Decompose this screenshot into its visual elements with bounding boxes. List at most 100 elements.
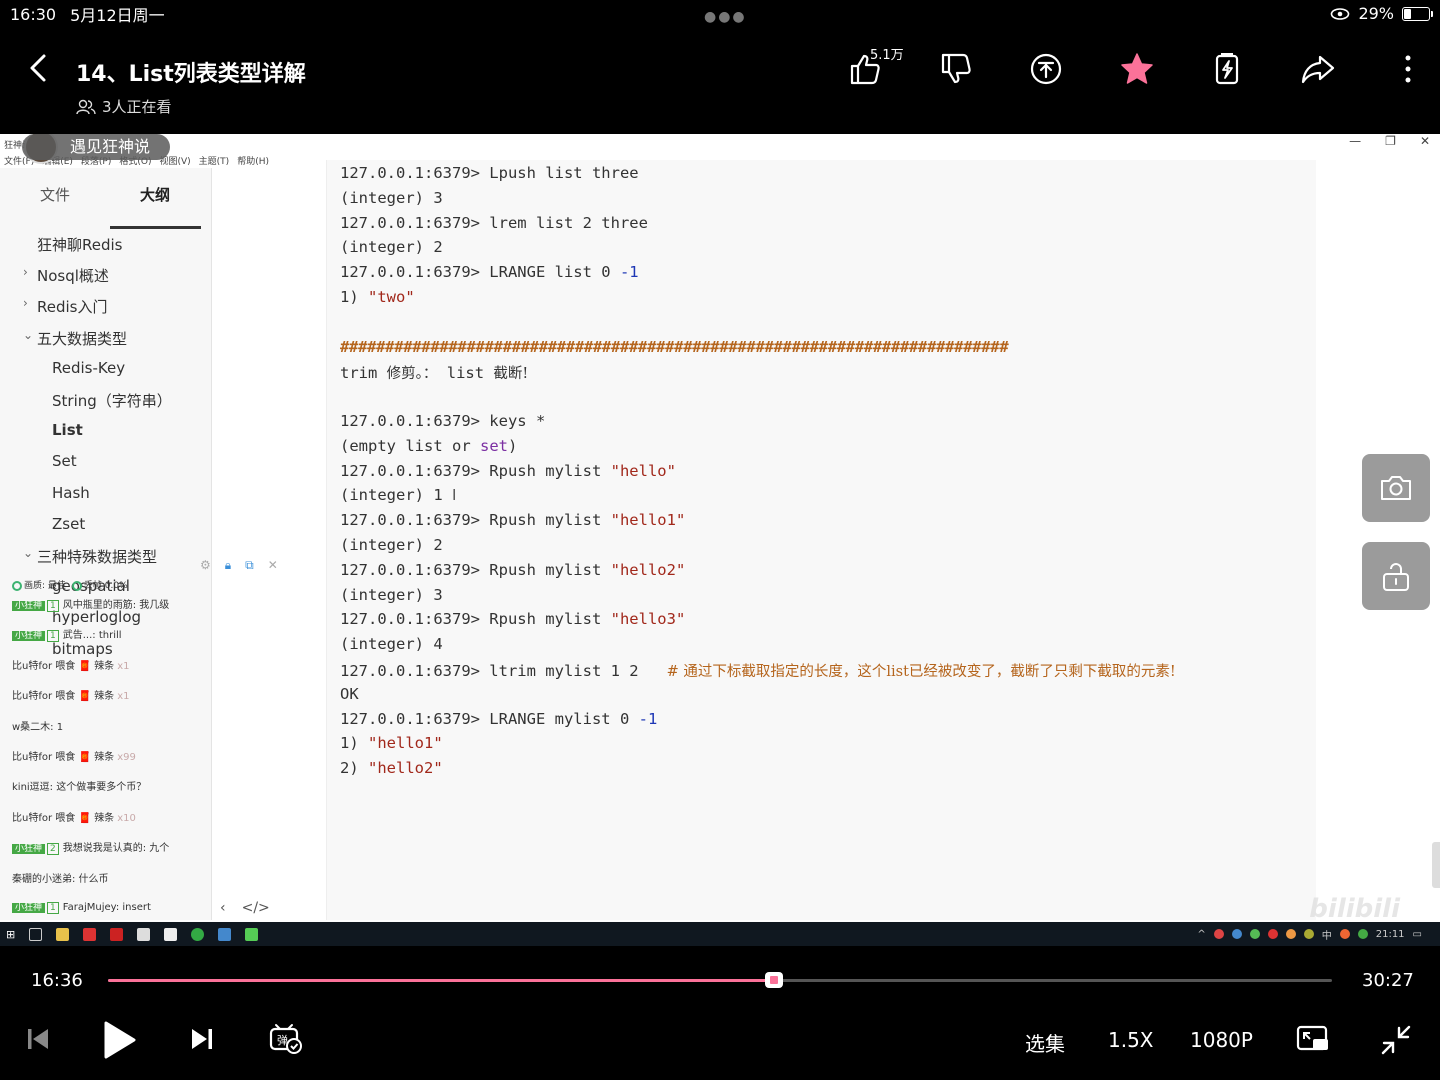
outline-label: 五大数据类型: [37, 329, 128, 348]
chat-text: 比u特for 喂食 🧧 辣条: [12, 752, 115, 763]
outline-label: bitmaps: [52, 639, 113, 658]
exit-fullscreen-icon: [1381, 1025, 1411, 1055]
code-token: "hello2": [368, 759, 443, 778]
outline-item: 狂神聊Redis: [37, 234, 122, 255]
outline-item: Redis-Key: [52, 359, 125, 377]
scroll-handle[interactable]: [1432, 842, 1440, 888]
outline-item: Zset: [52, 515, 85, 533]
play-icon: [104, 1021, 136, 1059]
picture-in-picture-icon: [1296, 1025, 1328, 1051]
code-token: (integer) 4: [340, 635, 443, 654]
camera-icon: [1381, 476, 1411, 500]
chat-text: 比u特for 喂食 🧧 辣条: [12, 660, 115, 672]
outline-item: bitmaps: [52, 640, 113, 658]
code-token: 修剪。：: [386, 366, 438, 383]
chat-message: 小狂神 2 我想说我是认真的: 九个: [12, 839, 169, 856]
text-cursor-icon: I: [452, 486, 457, 504]
coin-button[interactable]: [1001, 44, 1092, 94]
outline-label: String（字符串）: [52, 392, 172, 410]
status-time: 16:30: [10, 4, 57, 24]
dislike-button[interactable]: [911, 44, 1002, 94]
code-token: (integer) 1: [340, 486, 443, 505]
code-token: 127.0.0.1:6379> LRANGE mylist 0: [340, 709, 639, 728]
charge-button[interactable]: [1182, 44, 1273, 94]
screenshot-button[interactable]: [1362, 454, 1430, 522]
code-line: 1) "hello1": [340, 734, 443, 752]
like-button[interactable]: 5.1万: [820, 44, 911, 94]
code-token: 127.0.0.1:6379> Rpush mylist: [340, 560, 611, 579]
tab-files: 文件: [40, 186, 71, 204]
outline-item: List: [52, 421, 83, 439]
chat-message: 秦硼的小迷弟: 什么币: [12, 870, 109, 885]
code-token: (integer) 2: [340, 238, 443, 257]
settings-icon: ⚙: [200, 558, 211, 572]
eye-icon: [1331, 7, 1350, 20]
code-line: 1) "two": [340, 288, 415, 306]
app-chrome-icon: [191, 927, 205, 941]
chat-text: 比u特for 喂食 🧧 辣条: [12, 812, 115, 824]
progress-thumb[interactable]: [764, 972, 783, 988]
danmaku-toggle[interactable]: 弹: [268, 1022, 304, 1056]
speed-button[interactable]: 1.5X: [1108, 1028, 1154, 1052]
chat-text: kini逗逗: 这个做事要多个币？: [12, 782, 147, 794]
outline-item: Hash: [52, 484, 90, 502]
chat-message: 小狂神 1 武告...: thrill: [12, 626, 122, 643]
chevron-down-icon: ⌄: [23, 327, 34, 342]
tray-app-icon: [1249, 929, 1260, 939]
more-button[interactable]: [1363, 44, 1440, 94]
code-token: trim: [340, 364, 387, 383]
pip-button[interactable]: [1296, 1024, 1330, 1054]
app-typora-icon: [164, 927, 178, 941]
total-time: 30:27: [1362, 970, 1414, 991]
code-line: (empty list or set): [340, 437, 517, 455]
unlock-icon: [1383, 563, 1409, 591]
progress-bar[interactable]: [108, 972, 1332, 988]
lock-screen-button[interactable]: [1362, 542, 1430, 610]
editor-title-bar: 狂神说: [0, 134, 1440, 154]
tray-app-icon: [1267, 929, 1278, 939]
share-button[interactable]: [1273, 44, 1364, 94]
multitask-dots-icon[interactable]: ●●●: [704, 9, 747, 25]
window-icon: ⧉: [245, 558, 254, 572]
code-token: set: [479, 436, 508, 455]
code-token: 127.0.0.1:6379> Rpush mylist: [340, 610, 611, 629]
coin-icon: [1031, 53, 1062, 85]
video-title: 14、List列表类型详解: [76, 62, 306, 87]
code-token: # 通过下标截取指定的长度，这个list已经被改变了，截断了只剩下截取的元素!: [666, 664, 1176, 680]
outline-label: Redis-Key: [52, 358, 126, 377]
editor-menu-item: 主题(T): [198, 157, 230, 167]
back-icon[interactable]: [24, 50, 54, 86]
favorite-button[interactable]: [1092, 44, 1183, 94]
chat-text: 比u特for 喂食 🧧 辣条: [12, 691, 115, 703]
chat-message: w桑二木: 1: [12, 718, 63, 733]
windows-start-icon: ⊞: [6, 927, 16, 941]
code-token: OK: [340, 684, 359, 703]
battery-icon: [1402, 6, 1433, 21]
code-token: (integer) 2: [340, 536, 443, 554]
lightning-battery-icon: [1216, 53, 1239, 85]
chat-text: 武告...: thrill: [62, 630, 122, 642]
code-token: "hello2": [610, 560, 686, 579]
code-token: "hello": [610, 461, 676, 480]
tray-chevron-icon: ^: [1197, 928, 1206, 940]
previous-button[interactable]: [24, 1026, 52, 1052]
outline-item: hyperloglog: [52, 608, 141, 626]
gift-count: x1: [114, 691, 130, 703]
video-frame[interactable]: 狂神说 — ❐ ✕ 文件(F) 编辑(E) 段落(P) 格式(O) 视图(V) 主题(T)…: [0, 134, 1440, 946]
share-icon: [1301, 55, 1334, 84]
quality-button[interactable]: 1080P: [1190, 1028, 1253, 1052]
exit-fullscreen-button[interactable]: [1380, 1024, 1412, 1056]
code-line: (integer) 3: [340, 586, 443, 604]
code-token: (empty list or: [340, 436, 480, 455]
code-line: (integer) 4: [340, 635, 443, 653]
status-date: 5月12日周一: [70, 6, 165, 25]
battery-percent: 29%: [1358, 4, 1394, 23]
code-token: 1): [340, 288, 368, 306]
episodes-button[interactable]: 选集: [1025, 1028, 1065, 1057]
tray-app-icon: [1339, 929, 1350, 939]
next-button[interactable]: [188, 1026, 216, 1052]
play-button[interactable]: [100, 1020, 138, 1060]
fan-badge: 小狂神: [12, 844, 46, 855]
tray-app-icon: [1231, 929, 1242, 939]
code-line: 127.0.0.1:6379> Lpush list three: [340, 164, 639, 182]
